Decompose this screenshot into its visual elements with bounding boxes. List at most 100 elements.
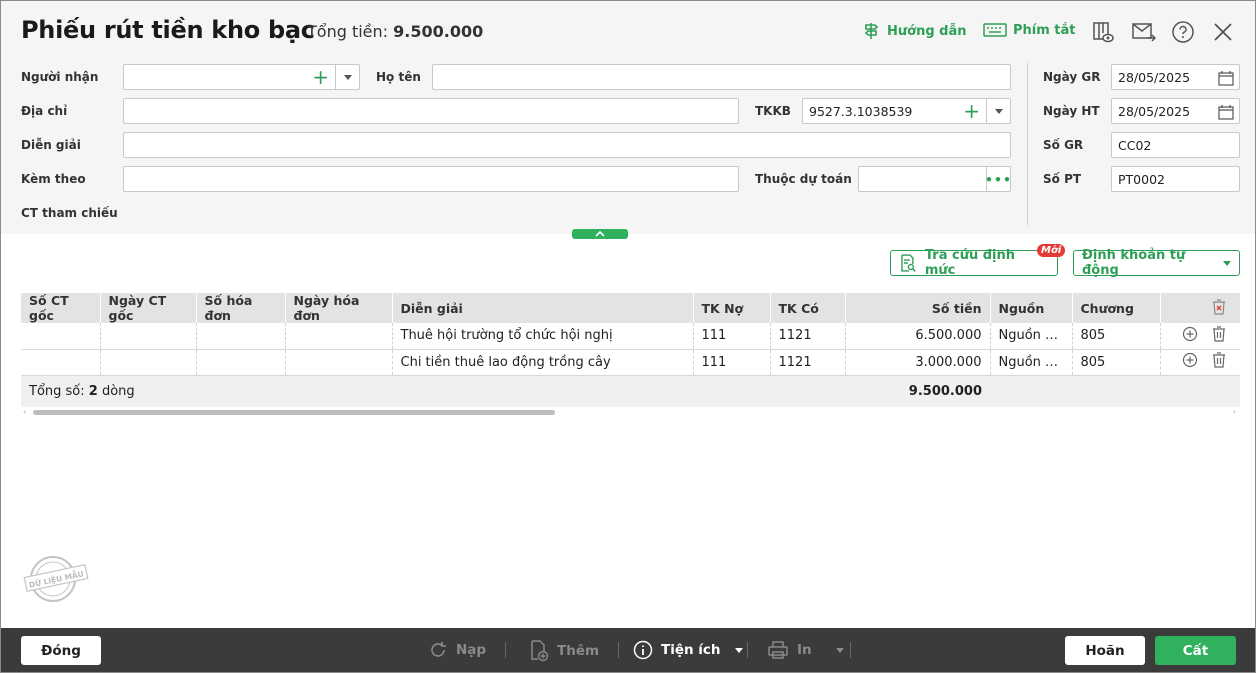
col-ngay-hoa-don[interactable]: Ngày hóa đơn	[285, 293, 393, 323]
col-so-tien[interactable]: Số tiền	[845, 293, 991, 323]
horizontal-scrollbar[interactable]: ‹ ›	[21, 407, 1240, 418]
so-gr-input[interactable]: CC02	[1111, 132, 1240, 158]
col-tk-co[interactable]: TK Có	[770, 293, 846, 323]
table-footer-row: Tổng số: 2 dòng 9.500.000	[21, 375, 1240, 409]
so-pt-input[interactable]: PT0002	[1111, 166, 1240, 192]
col-so-hoa-don[interactable]: Số hóa đơn	[196, 293, 286, 323]
dien-giai-input[interactable]	[123, 132, 1011, 158]
cell-so-tien[interactable]: 3.000.000	[845, 349, 991, 376]
dien-giai-label: Diễn giải	[21, 138, 81, 152]
cell-ngay-ct-goc[interactable]	[100, 349, 197, 376]
collapse-toggle[interactable]	[572, 229, 628, 239]
view-icon[interactable]	[1090, 19, 1116, 45]
col-so-ct-goc[interactable]: Số CT gốc	[21, 293, 101, 323]
dia-chi-input[interactable]	[123, 98, 739, 124]
cell-so-tien[interactable]: 6.500.000	[845, 323, 991, 350]
add-icon[interactable]: +	[312, 67, 329, 87]
kem-theo-label: Kèm theo	[21, 172, 86, 186]
close-button[interactable]: Đóng	[21, 636, 101, 665]
separator	[850, 642, 851, 658]
utility-menu[interactable]: Tiện ích	[633, 640, 743, 660]
cell-dien-giai[interactable]: Thuê hội trường tổ chức hội nghị	[392, 323, 694, 350]
separator	[747, 642, 748, 658]
total-amount: Tổng tiền: 9.500.000	[307, 22, 484, 41]
chevron-up-icon	[595, 230, 605, 237]
calendar-icon[interactable]	[1218, 104, 1234, 120]
row-count: Tổng số: 2 dòng	[21, 375, 845, 409]
add-row-icon[interactable]	[1182, 352, 1198, 368]
help-icon[interactable]	[1170, 19, 1196, 45]
separator	[618, 642, 619, 658]
add-button[interactable]: Thêm	[529, 640, 599, 662]
col-nguon[interactable]: Nguồn	[990, 293, 1073, 323]
col-ngay-ct-goc[interactable]: Ngày CT gốc	[100, 293, 197, 323]
guide-link[interactable]: Hướng dẫn	[863, 22, 967, 40]
cell-tk-no[interactable]: 111	[693, 349, 771, 376]
ngay-gr-datepicker[interactable]: 28/05/2025	[1111, 64, 1240, 90]
save-button[interactable]: Cất	[1155, 636, 1236, 665]
chevron-down-icon	[734, 647, 743, 653]
thuoc-du-toan-input[interactable]: •••	[858, 166, 1011, 192]
table-row[interactable]: Chi tiền thuê lao động trồng cây 111 112…	[21, 349, 1240, 376]
cell-chuong[interactable]: 805	[1072, 323, 1161, 350]
cell-ngay-hoa-don[interactable]	[285, 349, 393, 376]
cell-dien-giai[interactable]: Chi tiền thuê lao động trồng cây	[392, 349, 694, 376]
add-icon[interactable]: +	[963, 101, 980, 121]
page-title: Phiếu rút tiền kho bạc	[21, 16, 315, 44]
col-chuong[interactable]: Chương	[1072, 293, 1161, 323]
tkkb-combobox[interactable]: 9527.3.1038539 +	[802, 98, 1011, 124]
tkkb-label: TKKB	[755, 104, 791, 118]
cell-nguon[interactable]: Nguồn n...	[990, 349, 1073, 376]
keyboard-icon	[983, 23, 1007, 37]
dinh-khoan-tu-dong-button[interactable]: Định khoản tự động	[1073, 248, 1240, 278]
trash-icon[interactable]	[1212, 352, 1226, 368]
cell-so-ct-goc[interactable]	[21, 349, 101, 376]
calendar-icon[interactable]	[1218, 70, 1234, 86]
shortcuts-link[interactable]: Phím tắt	[983, 22, 1076, 38]
document-search-icon	[901, 254, 916, 272]
separator	[505, 642, 506, 658]
cell-ngay-hoa-don[interactable]	[285, 323, 393, 350]
scrollbar-thumb[interactable]	[33, 410, 555, 415]
more-options-icon[interactable]: •••	[985, 167, 1011, 191]
so-pt-label: Số PT	[1043, 172, 1082, 186]
nguoi-nhan-label: Người nhận	[21, 70, 99, 84]
form-header: Phiếu rút tiền kho bạc Tổng tiền: 9.500.…	[1, 1, 1255, 234]
cancel-button[interactable]: Hoãn	[1065, 636, 1145, 665]
cell-ngay-ct-goc[interactable]	[100, 323, 197, 350]
cell-so-hoa-don[interactable]	[196, 323, 286, 350]
cell-so-ct-goc[interactable]	[21, 323, 101, 350]
dropdown-arrow-icon[interactable]	[335, 65, 359, 89]
so-gr-label: Số GR	[1043, 138, 1084, 152]
cell-chuong[interactable]: 805	[1072, 349, 1161, 376]
trash-icon[interactable]	[1212, 326, 1226, 342]
cell-so-hoa-don[interactable]	[196, 349, 286, 376]
cell-tk-co[interactable]: 1121	[770, 323, 846, 350]
dropdown-arrow-icon[interactable]	[1223, 260, 1231, 266]
table-row[interactable]: Thuê hội trường tổ chức hội nghị 111 112…	[21, 323, 1240, 350]
bottom-toolbar: Đóng Nạp Thêm Tiện ích In Hoãn Cất	[1, 628, 1255, 672]
delete-all-icon[interactable]	[1212, 298, 1226, 315]
email-forward-icon[interactable]	[1131, 19, 1157, 45]
tra-cuu-dinh-muc-button[interactable]: Tra cứu định mức	[890, 248, 1058, 278]
cell-nguon[interactable]: Nguồn n...	[990, 323, 1073, 350]
ngay-ht-datepicker[interactable]: 28/05/2025	[1111, 98, 1240, 124]
close-icon[interactable]	[1210, 19, 1236, 45]
add-row-icon[interactable]	[1182, 326, 1198, 342]
cell-tk-no[interactable]: 111	[693, 323, 771, 350]
reload-button[interactable]: Nạp	[428, 640, 486, 660]
ngay-gr-label: Ngày GR	[1043, 70, 1101, 84]
scroll-left-icon[interactable]: ‹	[23, 407, 26, 416]
cell-tk-co[interactable]: 1121	[770, 349, 846, 376]
ho-ten-input[interactable]	[432, 64, 1011, 90]
kem-theo-input[interactable]	[123, 166, 739, 192]
ct-tham-chieu-label: CT tham chiếu	[21, 206, 118, 220]
col-tk-no[interactable]: TK Nợ	[693, 293, 771, 323]
print-menu[interactable]: In	[767, 640, 844, 660]
dropdown-arrow-icon[interactable]	[986, 99, 1010, 123]
col-dien-giai[interactable]: Diễn giải	[392, 293, 694, 323]
signpost-icon	[864, 23, 879, 39]
scroll-right-icon[interactable]: ›	[1233, 407, 1236, 416]
printer-icon	[768, 641, 788, 659]
nguoi-nhan-combobox[interactable]: +	[123, 64, 360, 90]
